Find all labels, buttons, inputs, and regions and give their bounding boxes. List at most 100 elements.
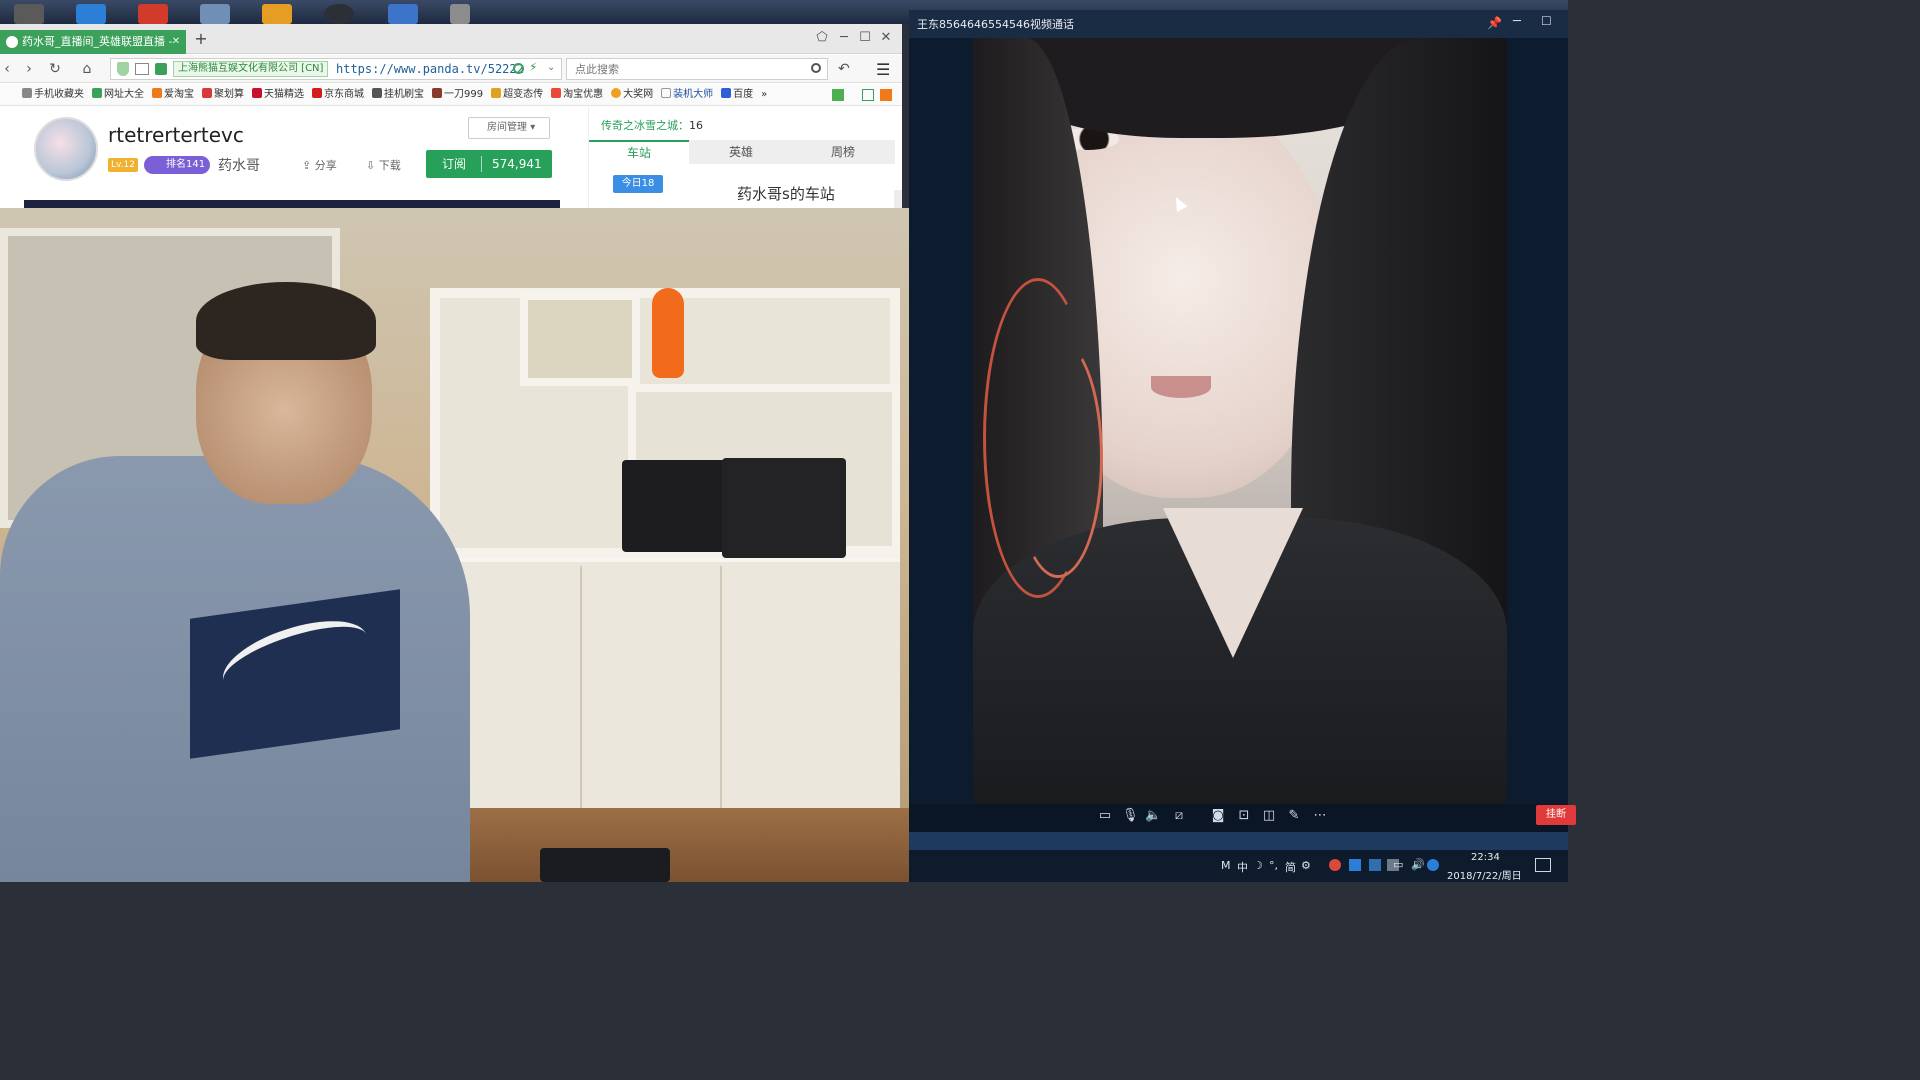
subscribe-button[interactable]: 订阅 574,941 bbox=[426, 150, 552, 178]
download-button[interactable]: ⇩ 下载 bbox=[366, 157, 401, 173]
app-icon[interactable] bbox=[14, 4, 44, 24]
app-icon[interactable] bbox=[262, 4, 292, 24]
certificate-badge[interactable]: 上海熊猫互娱文化有限公司 [CN] bbox=[173, 61, 329, 77]
minimize-button[interactable]: ─ bbox=[1513, 14, 1521, 29]
edit-icon[interactable]: ✎ bbox=[1286, 808, 1302, 824]
app-icon[interactable] bbox=[76, 4, 106, 24]
game-line[interactable]: 传奇之冰雪之城：16 bbox=[601, 117, 703, 133]
bookmark-item[interactable]: 装机大师 bbox=[661, 84, 713, 105]
back-icon[interactable]: ‹ bbox=[0, 61, 14, 77]
undo-icon[interactable]: ↶ bbox=[838, 61, 850, 77]
bookmark-item[interactable]: 淘宝优惠 bbox=[551, 84, 603, 105]
avatar[interactable] bbox=[34, 117, 98, 181]
bookmark-item[interactable]: 爱淘宝 bbox=[152, 84, 194, 105]
apps-icon[interactable] bbox=[832, 89, 844, 101]
lightning-icon[interactable]: ⚡ bbox=[529, 60, 537, 74]
bookmark-item[interactable]: 京东商城 bbox=[312, 84, 364, 105]
notification-icon[interactable] bbox=[1535, 858, 1551, 872]
speed-mode-icon[interactable] bbox=[513, 63, 524, 74]
bookmark-item[interactable]: 天猫精选 bbox=[252, 84, 304, 105]
close-button[interactable]: ✕ bbox=[878, 30, 894, 46]
speaker-icon[interactable]: 🔈 bbox=[1145, 808, 1161, 824]
app-icon[interactable] bbox=[200, 4, 230, 24]
video-call-window: 王东8564646554546视频通话 📌 ─ ☐ ▭ 🎙 🔈 ⧄ ◙ ⊡ ◫ … bbox=[909, 10, 1568, 882]
tray-simplified-icon[interactable]: 简 bbox=[1285, 859, 1296, 875]
tray-lang-icon[interactable]: 中 bbox=[1237, 859, 1248, 875]
bookmark-label: 天猫精选 bbox=[264, 89, 304, 100]
host-name[interactable]: 药水哥 bbox=[218, 155, 260, 175]
reload-icon[interactable]: ↻ bbox=[48, 61, 62, 77]
url-field[interactable]: 上海熊猫互娱文化有限公司 [CN] https://www.panda.tv/5… bbox=[110, 58, 562, 80]
url-text[interactable]: https://www.panda.tv/52222 bbox=[336, 62, 524, 76]
call-status-strip bbox=[909, 832, 1568, 850]
bookmark-item[interactable]: 手机收藏夹 bbox=[22, 84, 84, 105]
tab-heroes[interactable]: 英雄 bbox=[691, 140, 791, 164]
maximize-button[interactable]: ☐ bbox=[857, 30, 873, 46]
app-icon[interactable] bbox=[450, 4, 470, 24]
page-scrollbar[interactable] bbox=[894, 190, 902, 209]
game-icon bbox=[491, 88, 502, 98]
app-icon[interactable] bbox=[388, 4, 418, 24]
tab-weekly-rank[interactable]: 周榜 bbox=[793, 140, 893, 164]
screenshot-icon[interactable]: ◙ bbox=[1210, 808, 1226, 824]
bookmark-item[interactable]: 超变态传 bbox=[491, 84, 543, 105]
bookmark-item[interactable]: 挂机刷宝 bbox=[372, 84, 424, 105]
search-input[interactable] bbox=[575, 61, 805, 77]
extension-icon[interactable] bbox=[155, 63, 167, 75]
tray-app-icon[interactable] bbox=[1349, 859, 1361, 871]
bookmark-item[interactable]: 网址大全 bbox=[92, 84, 144, 105]
reader-icon[interactable] bbox=[135, 63, 149, 75]
cable bbox=[1013, 338, 1103, 578]
bookmark-item[interactable]: 百度 bbox=[721, 84, 753, 105]
room-manage-dropdown[interactable]: 房间管理 ▾ bbox=[468, 117, 550, 139]
forward-icon[interactable]: › bbox=[22, 61, 36, 77]
tab-station[interactable]: 车站 bbox=[589, 140, 689, 164]
tray-moon-icon[interactable]: ☽ bbox=[1253, 859, 1263, 872]
camera-off-icon[interactable]: ⧄ bbox=[1171, 808, 1187, 824]
share-button[interactable]: ⇪ 分享 bbox=[302, 157, 337, 173]
home-icon[interactable]: ⌂ bbox=[80, 61, 94, 77]
chat-icon[interactable]: ▭ bbox=[1097, 808, 1113, 824]
tray-app-icon[interactable] bbox=[1369, 859, 1381, 871]
tab-strip: 药水哥_直播间_英雄联盟直播 - ✕ + ⬠ ─ ☐ ✕ bbox=[0, 24, 902, 54]
skin-icon[interactable]: ⬠ bbox=[814, 30, 830, 46]
maximize-button[interactable]: ☐ bbox=[1541, 14, 1552, 28]
speaker bbox=[622, 460, 738, 552]
app-icon[interactable] bbox=[324, 4, 354, 24]
tray-punct-icon[interactable]: °, bbox=[1269, 859, 1278, 872]
rank-badge[interactable]: 排名141 bbox=[144, 156, 210, 174]
calendar-icon[interactable] bbox=[880, 89, 892, 101]
layout-icon[interactable]: ◫ bbox=[1261, 808, 1277, 824]
network-icon[interactable]: ▭ bbox=[1393, 858, 1403, 871]
call-titlebar[interactable]: 王东8564646554546视频通话 📌 ─ ☐ bbox=[909, 10, 1568, 38]
minimize-button[interactable]: ─ bbox=[836, 30, 852, 46]
share-label: 分享 bbox=[314, 159, 337, 172]
bookmark-item[interactable]: 大奖网 bbox=[611, 84, 653, 105]
tray-app-icon[interactable] bbox=[1329, 859, 1341, 871]
station-title: 药水哥s的车站 bbox=[737, 185, 835, 203]
bookmarks-more[interactable]: » bbox=[761, 84, 767, 105]
volume-icon[interactable]: 🔊 bbox=[1411, 858, 1425, 871]
menu-icon[interactable]: ☰ bbox=[876, 60, 890, 79]
browser-tab-active[interactable]: 药水哥_直播间_英雄联盟直播 - ✕ bbox=[0, 30, 186, 54]
game-value: 16 bbox=[689, 119, 703, 132]
tray-settings-icon[interactable]: ⚙ bbox=[1301, 859, 1311, 872]
tray-ime-icon[interactable]: M bbox=[1221, 859, 1231, 872]
reading-icon[interactable] bbox=[862, 89, 874, 101]
more-icon[interactable]: ⋯ bbox=[1312, 808, 1328, 824]
clock-time[interactable]: 22:34 bbox=[1471, 852, 1500, 863]
search-icon[interactable] bbox=[811, 63, 821, 73]
dropdown-icon[interactable]: ⌄ bbox=[547, 62, 555, 73]
tray-app-icon[interactable] bbox=[1427, 859, 1439, 871]
hangup-button[interactable]: 挂断 bbox=[1536, 805, 1576, 825]
clock-date[interactable]: 2018/7/22/周日 bbox=[1447, 867, 1522, 882]
search-field[interactable] bbox=[566, 58, 828, 80]
bookmark-item[interactable]: 聚划算 bbox=[202, 84, 244, 105]
tab-close-icon[interactable]: ✕ bbox=[170, 36, 182, 48]
new-tab-button[interactable]: + bbox=[193, 31, 209, 47]
recording-icon[interactable]: ⊡ bbox=[1236, 808, 1252, 824]
bookmark-item[interactable]: 一刀999 bbox=[432, 84, 483, 105]
pin-icon[interactable]: 📌 bbox=[1487, 16, 1502, 30]
microphone-icon[interactable]: 🎙 bbox=[1122, 808, 1139, 824]
app-icon[interactable] bbox=[138, 4, 168, 24]
